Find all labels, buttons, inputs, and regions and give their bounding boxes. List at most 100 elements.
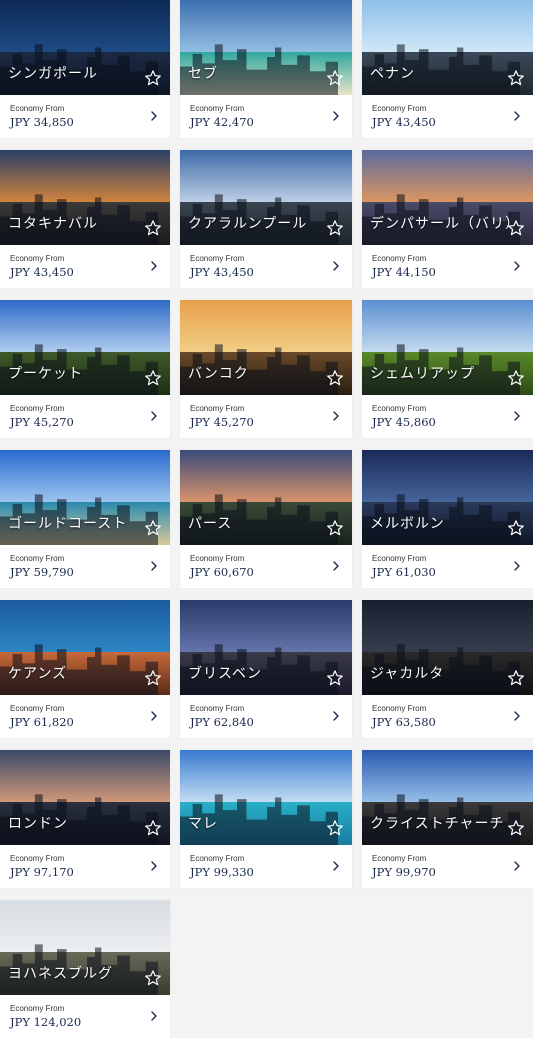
destination-card[interactable]: セブ Economy From JPY 42,470: [180, 0, 352, 138]
fare-info: Economy From JPY 44,150: [362, 245, 533, 288]
destination-card[interactable]: ブリスベン Economy From JPY 62,840: [180, 600, 352, 738]
destination-card[interactable]: ヨハネスブルグ Economy From JPY 124,020: [0, 900, 170, 1038]
favorite-star-icon[interactable]: [144, 69, 162, 87]
chevron-right-icon[interactable]: [330, 709, 342, 723]
destination-card[interactable]: パース Economy From JPY 60,670: [180, 450, 352, 588]
fare-info: Economy From JPY 43,450: [362, 95, 533, 138]
chevron-right-icon[interactable]: [148, 409, 160, 423]
destination-photo: デンパサール（バリ）: [362, 150, 533, 245]
destination-name: プーケット: [8, 366, 83, 382]
favorite-star-icon[interactable]: [507, 69, 525, 87]
chevron-right-icon[interactable]: [148, 259, 160, 273]
chevron-right-icon[interactable]: [511, 859, 523, 873]
destination-card[interactable]: コタキナバル Economy From JPY 43,450: [0, 150, 170, 288]
destination-card[interactable]: ジャカルタ Economy From JPY 63,580: [362, 600, 533, 738]
destination-card[interactable]: メルボルン Economy From JPY 61,030: [362, 450, 533, 588]
destination-photo: クアラルンプール: [180, 150, 352, 245]
fare-label: Economy From: [190, 854, 245, 863]
fare-info: Economy From JPY 62,840: [180, 695, 352, 738]
fare-info: Economy From JPY 59,790: [0, 545, 170, 588]
destination-name: メルボルン: [370, 516, 445, 532]
fare-info: Economy From JPY 124,020: [0, 995, 170, 1038]
destination-photo: バンコク: [180, 300, 352, 395]
favorite-star-icon[interactable]: [326, 369, 344, 387]
fare-info: Economy From JPY 99,330: [180, 845, 352, 888]
favorite-star-icon[interactable]: [507, 819, 525, 837]
fare-info: Economy From JPY 63,580: [362, 695, 533, 738]
destination-name: ケアンズ: [8, 666, 68, 682]
favorite-star-icon[interactable]: [144, 219, 162, 237]
fare-info: Economy From JPY 97,170: [0, 845, 170, 888]
fare-label: Economy From: [372, 704, 427, 713]
favorite-star-icon[interactable]: [326, 219, 344, 237]
destination-photo: セブ: [180, 0, 352, 95]
favorite-star-icon[interactable]: [326, 669, 344, 687]
destination-card[interactable]: プーケット Economy From JPY 45,270: [0, 300, 170, 438]
destination-name: ロンドン: [8, 816, 68, 832]
destination-name: ペナン: [370, 66, 415, 82]
destination-card[interactable]: バンコク Economy From JPY 45,270: [180, 300, 352, 438]
destination-card[interactable]: クライストチャーチ Economy From JPY 99,970: [362, 750, 533, 888]
chevron-right-icon[interactable]: [330, 559, 342, 573]
favorite-star-icon[interactable]: [144, 519, 162, 537]
fare-info: Economy From JPY 45,270: [0, 395, 170, 438]
chevron-right-icon[interactable]: [330, 109, 342, 123]
fare-label: Economy From: [372, 854, 427, 863]
destination-card[interactable]: マレ Economy From JPY 99,330: [180, 750, 352, 888]
favorite-star-icon[interactable]: [144, 969, 162, 987]
destination-card[interactable]: ケアンズ Economy From JPY 61,820: [0, 600, 170, 738]
destination-name: マレ: [188, 816, 218, 832]
chevron-right-icon[interactable]: [511, 559, 523, 573]
destination-card[interactable]: ゴールドコースト Economy From JPY 59,790: [0, 450, 170, 588]
destination-photo: メルボルン: [362, 450, 533, 545]
destination-name: ブリスベン: [188, 666, 263, 682]
fare-price: JPY 34,850: [10, 115, 74, 129]
fare-price: JPY 63,580: [372, 715, 436, 729]
fare-price: JPY 45,270: [190, 415, 254, 429]
fare-info: Economy From JPY 61,030: [362, 545, 533, 588]
fare-price: JPY 61,820: [10, 715, 74, 729]
fare-price: JPY 60,670: [190, 565, 254, 579]
destination-card[interactable]: クアラルンプール Economy From JPY 43,450: [180, 150, 352, 288]
destination-card[interactable]: シェムリアップ Economy From JPY 45,860: [362, 300, 533, 438]
destination-name: クライストチャーチ: [370, 816, 505, 832]
destination-name: ジャカルタ: [370, 666, 445, 682]
chevron-right-icon[interactable]: [330, 259, 342, 273]
chevron-right-icon[interactable]: [511, 709, 523, 723]
chevron-right-icon[interactable]: [148, 109, 160, 123]
fare-price: JPY 45,860: [372, 415, 436, 429]
favorite-star-icon[interactable]: [144, 369, 162, 387]
destination-photo: プーケット: [0, 300, 170, 395]
favorite-star-icon[interactable]: [326, 69, 344, 87]
favorite-star-icon[interactable]: [144, 669, 162, 687]
destination-card[interactable]: シンガポール Economy From JPY 34,850: [0, 0, 170, 138]
chevron-right-icon[interactable]: [511, 259, 523, 273]
chevron-right-icon[interactable]: [148, 859, 160, 873]
favorite-star-icon[interactable]: [326, 519, 344, 537]
fare-info: Economy From JPY 42,470: [180, 95, 352, 138]
chevron-right-icon[interactable]: [511, 109, 523, 123]
favorite-star-icon[interactable]: [507, 369, 525, 387]
fare-price: JPY 44,150: [372, 265, 436, 279]
favorite-star-icon[interactable]: [507, 519, 525, 537]
chevron-right-icon[interactable]: [330, 859, 342, 873]
fare-label: Economy From: [10, 254, 65, 263]
destination-photo: コタキナバル: [0, 150, 170, 245]
favorite-star-icon[interactable]: [507, 219, 525, 237]
destination-card[interactable]: ペナン Economy From JPY 43,450: [362, 0, 533, 138]
chevron-right-icon[interactable]: [330, 409, 342, 423]
destination-name: ゴールドコースト: [8, 516, 128, 532]
fare-label: Economy From: [372, 254, 427, 263]
destination-card[interactable]: ロンドン Economy From JPY 97,170: [0, 750, 170, 888]
destination-card[interactable]: デンパサール（バリ） Economy From JPY 44,150: [362, 150, 533, 288]
destination-name: セブ: [188, 66, 218, 82]
favorite-star-icon[interactable]: [507, 669, 525, 687]
favorite-star-icon[interactable]: [144, 819, 162, 837]
destination-photo: ヨハネスブルグ: [0, 900, 170, 995]
chevron-right-icon[interactable]: [511, 409, 523, 423]
chevron-right-icon[interactable]: [148, 1009, 160, 1023]
chevron-right-icon[interactable]: [148, 709, 160, 723]
chevron-right-icon[interactable]: [148, 559, 160, 573]
destination-photo: シンガポール: [0, 0, 170, 95]
favorite-star-icon[interactable]: [326, 819, 344, 837]
